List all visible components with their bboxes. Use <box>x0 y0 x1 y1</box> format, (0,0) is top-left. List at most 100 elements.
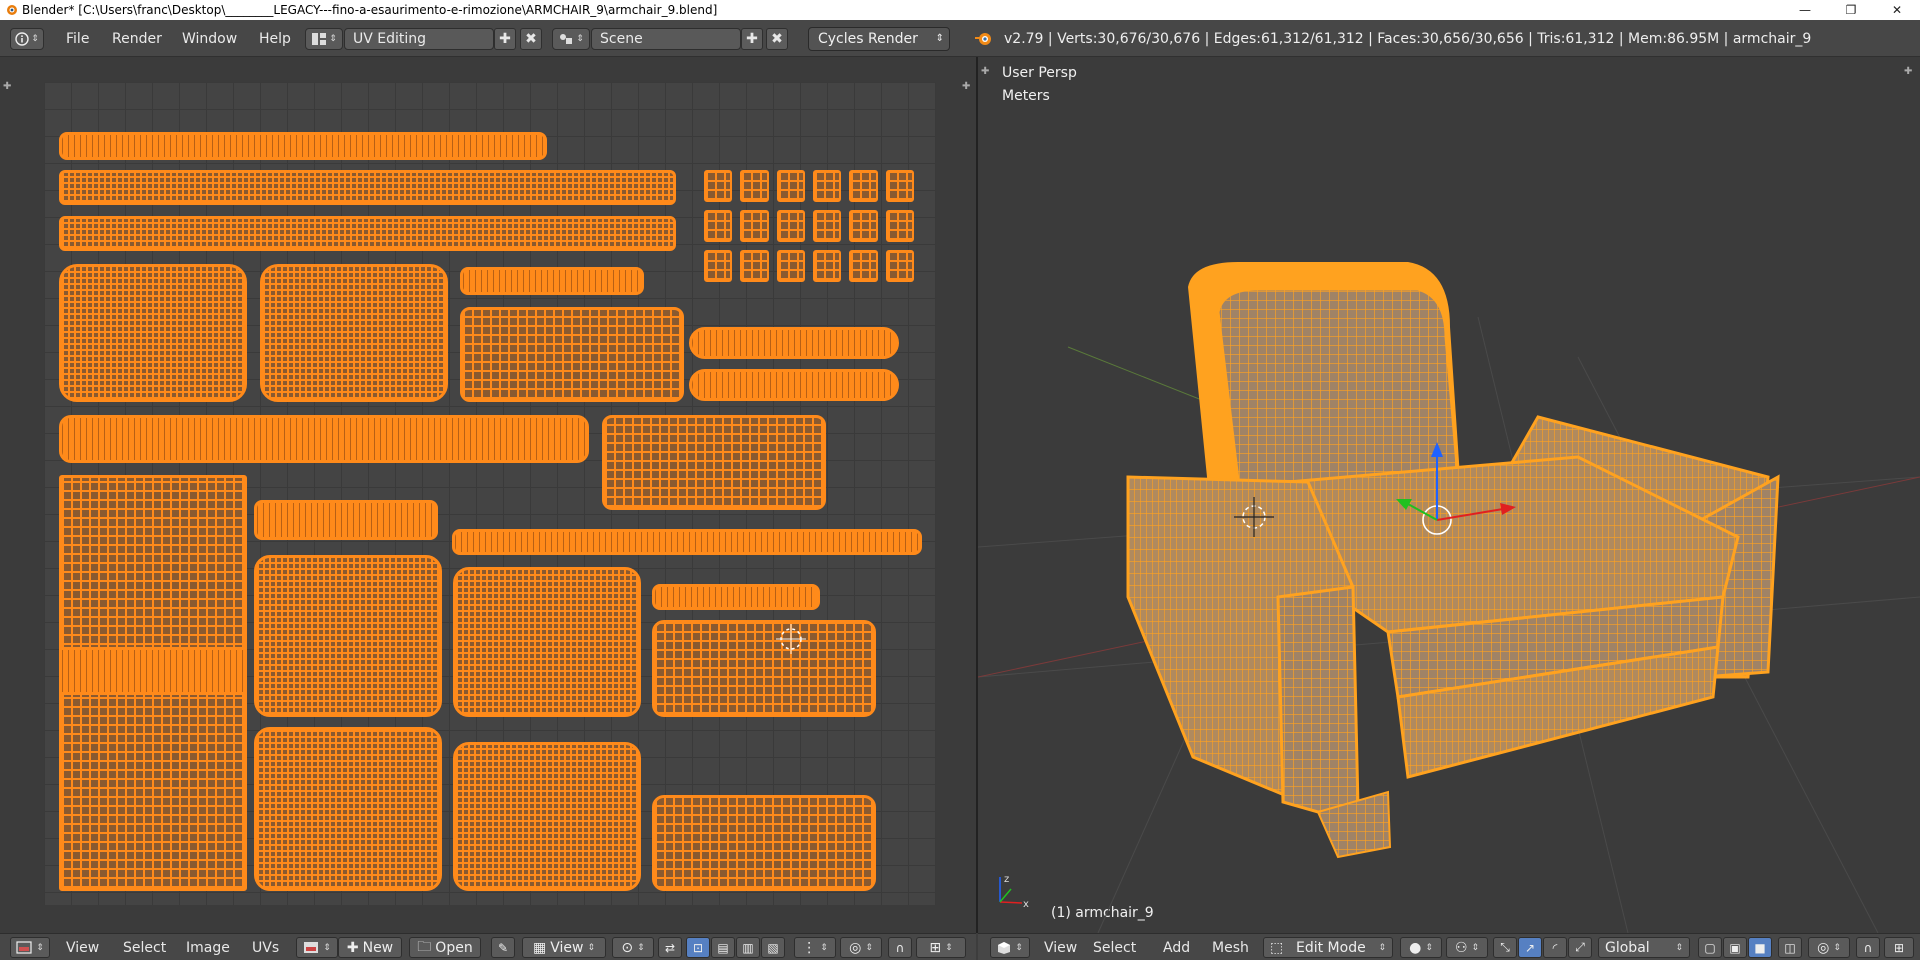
uv-island <box>59 415 589 463</box>
snap-element-icon: ⊞ <box>1893 940 1905 955</box>
face-mode-button[interactable]: ■ <box>1748 937 1772 958</box>
open-image-button[interactable]: 🗀 Open <box>409 937 481 958</box>
snap-toggle[interactable]: ∩ <box>1856 937 1880 958</box>
uv-island <box>59 264 247 402</box>
menu-window[interactable]: Window <box>176 28 243 50</box>
sticky-mode-selector[interactable]: ⋮ ⇕ <box>794 937 836 958</box>
dropdown-arrows-icon: ⇕ <box>1833 942 1841 953</box>
uv-menu-uvs[interactable]: UVs <box>248 937 283 959</box>
uv-island <box>602 415 826 510</box>
dropdown-arrows-icon: ⇕ <box>1675 942 1683 953</box>
blender-logo-icon <box>975 33 991 45</box>
translate-manipulator-button[interactable]: ↗ <box>1518 937 1542 958</box>
scale-manipulator-button[interactable]: ⤢ <box>1568 937 1592 958</box>
uv-menu-view[interactable]: View <box>62 937 103 959</box>
new-image-label: New <box>362 939 394 956</box>
close-button[interactable]: ✕ <box>1874 0 1920 20</box>
snap-element-selector[interactable]: ⊞ <box>1884 937 1914 958</box>
dropdown-arrows-icon: ⇕ <box>865 942 873 953</box>
blender-app: Blender* [C:\Users\franc\Desktop\_______… <box>0 0 1920 960</box>
island-select-button[interactable]: ▧ <box>761 937 785 958</box>
proportional-edit-selector[interactable]: ◎ ⇕ <box>1808 937 1850 958</box>
render-engine-label: Cycles Render <box>818 31 918 47</box>
uv-island <box>59 647 247 695</box>
manipulator-toggle[interactable]: ⤡ <box>1493 937 1517 958</box>
transform-orientation-selector[interactable]: Global ⇕ <box>1598 937 1690 958</box>
plus-icon: ✚ <box>346 939 359 956</box>
image-browse-button[interactable]: ⇕ <box>296 937 338 958</box>
scene-name[interactable]: Scene <box>591 28 741 50</box>
editor-type-button[interactable]: ⇕ <box>10 937 50 958</box>
maximize-button[interactable]: ❐ <box>1828 0 1874 20</box>
pivot-selector[interactable]: ⊙ ⇕ <box>612 937 654 958</box>
uv-canvas[interactable] <box>44 82 936 905</box>
x-icon: ✖ <box>771 31 783 47</box>
uv-image-editor[interactable]: ✚ ✚ <box>0 57 976 933</box>
delete-screen-button[interactable]: ✖ <box>520 28 542 50</box>
vertex-select-button[interactable]: ⊡ <box>686 937 710 958</box>
area-split-icon[interactable]: ✚ <box>3 82 13 92</box>
translate-icon: ↗ <box>1524 940 1536 955</box>
pivot-point-selector[interactable]: ⚇ ⇕ <box>1446 937 1488 958</box>
dropdown-arrows-icon: ⇕ <box>1378 942 1386 953</box>
rotate-manipulator-button[interactable]: ◜ <box>1543 937 1567 958</box>
menu-help[interactable]: Help <box>253 28 297 50</box>
magnet-icon: ∩ <box>895 940 905 955</box>
3d-viewport[interactable]: ✚ ✚ User Persp Meters (1) armchair_9 z x <box>978 57 1920 933</box>
uv-island <box>740 170 769 202</box>
edge-mode-button[interactable]: ▣ <box>1723 937 1747 958</box>
svg-text:x: x <box>1023 899 1029 910</box>
uv-menu-select[interactable]: Select <box>119 937 170 959</box>
viewport-shading-selector[interactable]: ● ⇕ <box>1400 937 1442 958</box>
editor-type-button[interactable]: ⇕ <box>990 937 1030 958</box>
edit-mode-icon: ⬚ <box>1270 939 1284 956</box>
face-select-button[interactable]: ▥ <box>736 937 760 958</box>
window-title-bar: Blender* [C:\Users\franc\Desktop\_______… <box>0 0 1920 20</box>
pin-image-button[interactable]: ✎ <box>491 937 515 958</box>
3d-menu-view[interactable]: View <box>1040 937 1081 959</box>
uv-menu-image[interactable]: Image <box>182 937 234 959</box>
uv-island <box>652 795 876 891</box>
snap-mode-selector[interactable]: ⊞ ⇕ <box>916 937 966 958</box>
add-scene-button[interactable]: ✚ <box>741 28 763 50</box>
view-axis-gizmo-icon: z x <box>999 874 1029 910</box>
interaction-mode-selector[interactable]: ⬚ Edit Mode ⇕ <box>1263 937 1393 958</box>
face-select-icon: ▥ <box>742 940 754 955</box>
uv-island <box>260 264 448 402</box>
editor-type-button[interactable]: ⇕ <box>10 28 44 50</box>
3d-view-header: ⇕ View Select Add Mesh ⬚ Edit Mode ⇕ ● ⇕ … <box>978 933 1920 960</box>
face-mode-icon: ■ <box>1754 940 1766 955</box>
2d-cursor-icon <box>776 624 806 654</box>
sticky-icon: ⋮ <box>802 939 817 956</box>
rotate-icon: ◜ <box>1552 940 1558 955</box>
uv-island <box>885 210 914 242</box>
shading-sphere-icon: ● <box>1409 939 1422 956</box>
3d-menu-add[interactable]: Add <box>1159 937 1194 959</box>
limit-selection-button[interactable]: ◫ <box>1778 937 1802 958</box>
snap-toggle[interactable]: ∩ <box>888 937 912 958</box>
render-engine-selector[interactable]: Cycles Render ⇕ <box>808 27 950 51</box>
add-screen-button[interactable]: ✚ <box>494 28 516 50</box>
sync-selection-button[interactable]: ⇄ <box>658 937 682 958</box>
screen-layout-selector[interactable]: ⇕ <box>305 28 343 50</box>
scene-selector[interactable]: ⇕ <box>552 28 590 50</box>
proportional-edit-icon: ◎ <box>1817 939 1830 956</box>
3d-menu-select[interactable]: Select <box>1089 937 1140 959</box>
uv-island <box>885 250 914 282</box>
delete-scene-button[interactable]: ✖ <box>766 28 788 50</box>
uv-mode-selector[interactable]: ▦ View ⇕ <box>522 937 606 958</box>
menu-file[interactable]: File <box>60 28 95 50</box>
vertex-mode-icon: ▢ <box>1704 940 1716 955</box>
new-image-button[interactable]: ✚ New <box>338 937 402 958</box>
area-split-icon[interactable]: ✚ <box>962 82 972 92</box>
3d-menu-mesh[interactable]: Mesh <box>1208 937 1253 959</box>
menu-render[interactable]: Render <box>106 28 168 50</box>
layers-button[interactable]: ▢ <box>1698 937 1722 958</box>
transform-orientation-label: Global <box>1605 939 1650 956</box>
edge-select-button[interactable]: ▤ <box>711 937 735 958</box>
uv-mode-label: View <box>550 939 584 956</box>
vertex-select-icon: ⊡ <box>692 940 704 955</box>
minimize-button[interactable]: — <box>1782 0 1828 20</box>
screen-layout-name[interactable]: UV Editing <box>344 28 494 50</box>
proportional-edit-selector[interactable]: ◎ ⇕ <box>840 937 882 958</box>
